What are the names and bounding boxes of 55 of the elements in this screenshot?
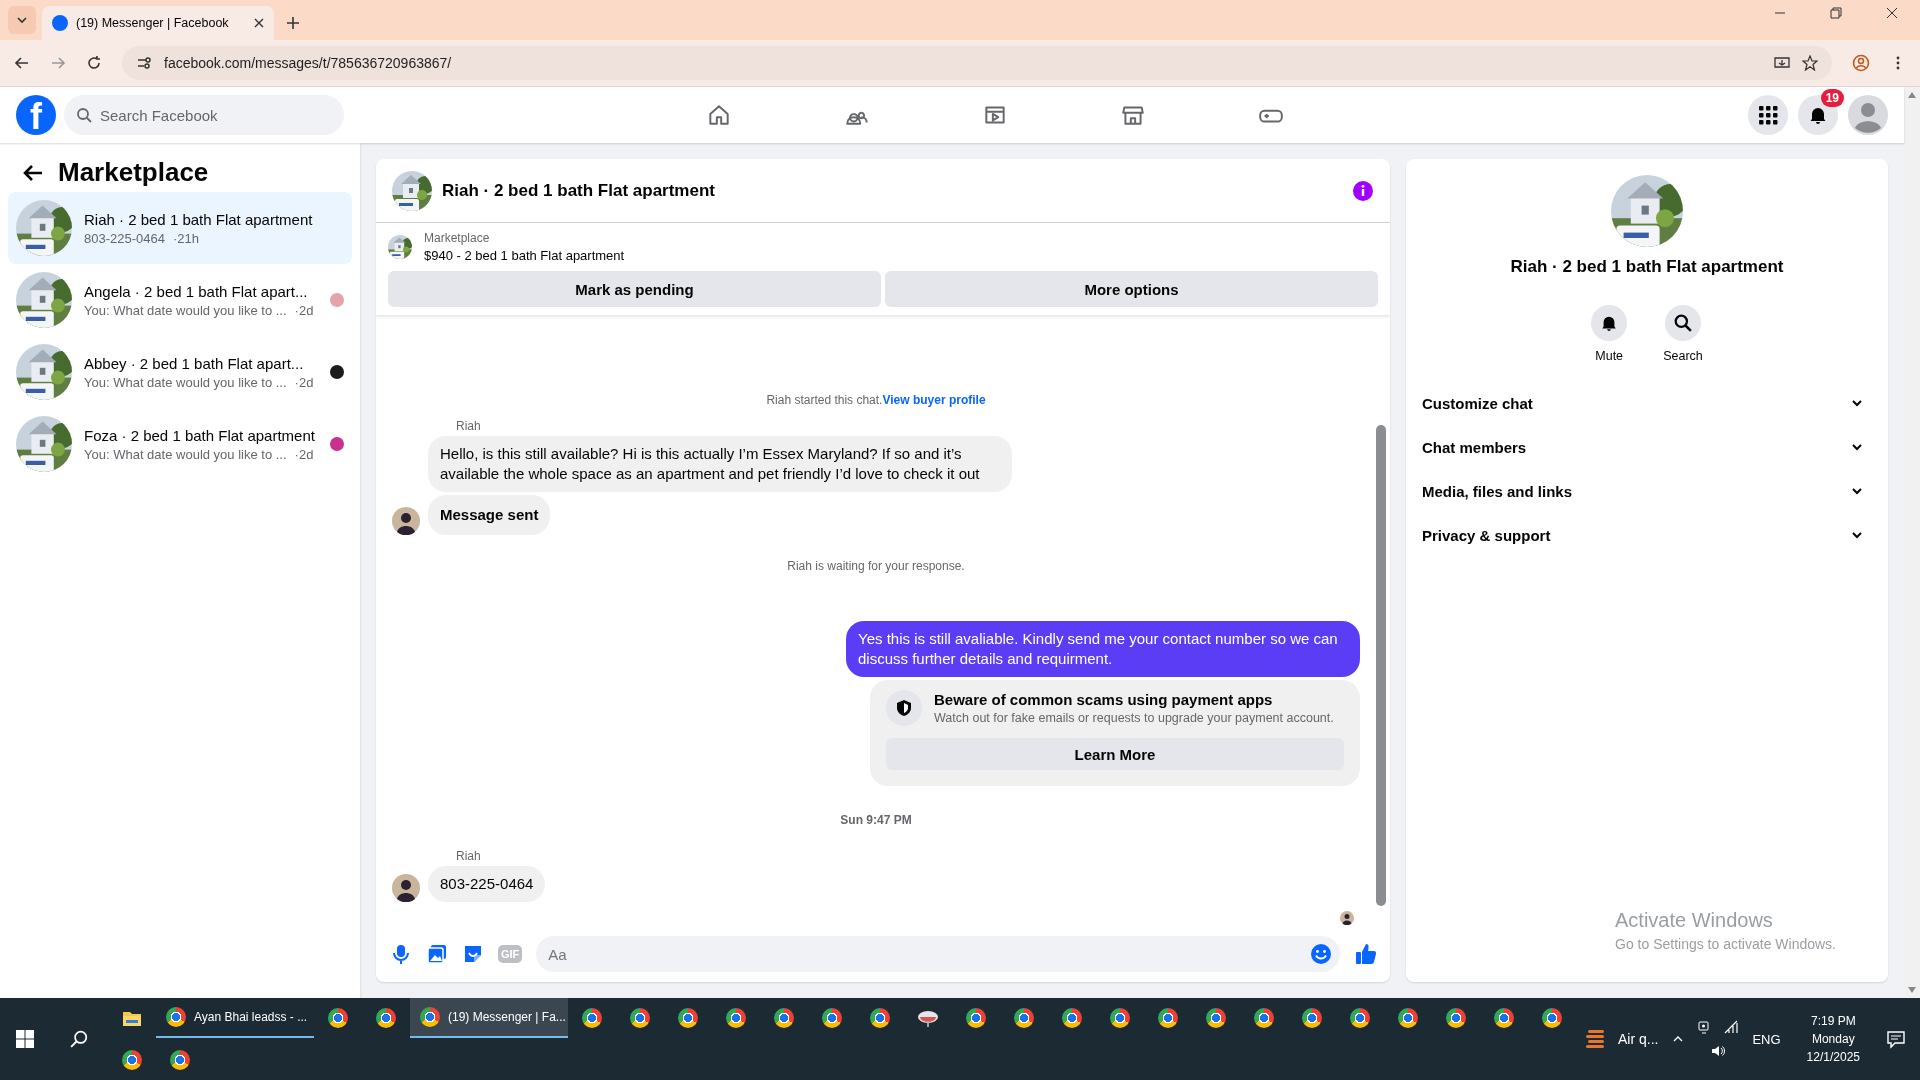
message-bubble: 803-225-0464 xyxy=(428,866,546,902)
conversation-item[interactable]: Riah · 2 bed 1 bath Flat apartment 803-225-0464 ·21h xyxy=(8,192,352,264)
chat-notice: Riah is waiting for your response. xyxy=(786,559,966,573)
taskbar-app[interactable]: (19) Messenger | Fa... xyxy=(410,998,568,1038)
listing-action-button[interactable]: More options xyxy=(885,271,1378,307)
conversation-name: Abbey · 2 bed 1 bath Flat apart... xyxy=(84,354,305,372)
conversation-preview: 803-225-0464 xyxy=(84,230,165,246)
listing-title: $940 - 2 bed 1 bath Flat apartment xyxy=(424,248,625,263)
conversation-time: ·21h xyxy=(172,230,199,246)
clock[interactable]: 7:19 PM Monday 12/1/2025 xyxy=(1806,1014,1860,1064)
action-label: Mute xyxy=(1595,349,1624,363)
conversation-name: Foza · 2 bed 1 bath Flat apartment xyxy=(84,426,316,444)
action-label: Search xyxy=(1663,349,1703,363)
conversation-name: Riah · 2 bed 1 bath Flat apartment xyxy=(84,210,314,228)
sidebar-title: Marketplace xyxy=(58,157,209,188)
browser-tab[interactable]: (19) Messenger | Facebook xyxy=(42,6,274,40)
taskbar-app[interactable]: Ayan Bhai leadss - ... xyxy=(156,998,314,1038)
message-bubble: Hello, is this still available? Hi is this actually I’m Essex Maryland? If so and it’s available the whole space as an apartment and pet friendly I’d love to check it out xyxy=(428,436,1012,492)
warning-text: Watch out for fake emails or requests to upgrade your payment account. xyxy=(934,711,1334,725)
conversation-item[interactable]: Abbey · 2 bed 1 bath Flat apart... You: What date would you like to ... ·2d xyxy=(8,336,352,408)
chat-title: Riah · 2 bed 1 bath Flat apartment xyxy=(442,180,715,201)
timestamp: Sun 9:47 PM xyxy=(840,813,912,827)
conversation-item[interactable]: Foza · 2 bed 1 bath Flat apartment You: What date would you like to ... ·2d xyxy=(8,408,352,480)
activation-title: Activate Windows xyxy=(1615,909,1774,932)
logo[interactable]: f xyxy=(16,95,56,135)
notification-count: 19 xyxy=(1820,89,1844,107)
details-section[interactable]: Chat members xyxy=(1422,425,1872,469)
buyer-profile-link[interactable]: View buyer profile xyxy=(882,393,986,407)
chat-notice: Riah started this chat.View buyer profile xyxy=(765,393,987,407)
search-field[interactable]: Search Facebook xyxy=(64,95,344,135)
listing-action-button[interactable]: Mark as pending xyxy=(388,271,881,307)
message-bubble: Message sent xyxy=(428,495,551,535)
conversation-name: Angela · 2 bed 1 bath Flat apart... xyxy=(84,282,309,300)
activation-text: Go to Settings to activate Windows. xyxy=(1615,936,1836,952)
conversation-time: ·2d xyxy=(294,302,314,318)
learn-more-button[interactable]: Learn More xyxy=(886,738,1344,770)
message-field[interactable]: Aa xyxy=(536,936,1340,972)
warning-title: Beware of common scams using payment apps xyxy=(934,691,1274,708)
conversation-time: ·2d xyxy=(294,374,314,390)
details-section[interactable]: Media, files and links xyxy=(1422,469,1872,513)
conversation-preview: You: What date would you like to ... xyxy=(84,374,287,390)
sender-name: Riah xyxy=(456,849,481,863)
details-section[interactable]: Customize chat xyxy=(1422,381,1872,425)
conversation-preview: You: What date would you like to ... xyxy=(84,302,287,318)
listing-label: Marketplace xyxy=(424,231,491,245)
language-indicator[interactable]: ENG xyxy=(1752,1031,1781,1047)
address-bar[interactable]: facebook.com/messages/t/785636720963867/ xyxy=(122,46,1832,80)
conversation-item[interactable]: Angela · 2 bed 1 bath Flat apart... You: What date would you like to ... ·2d xyxy=(8,264,352,336)
message-bubble: Yes this is still avaliable. Kindly send me your contact number so we can discuss further details and requirment. xyxy=(846,621,1360,677)
sender-name: Riah xyxy=(456,419,481,433)
conversation-time: ·2d xyxy=(294,446,314,462)
conversation-preview: You: What date would you like to ... xyxy=(84,446,287,462)
weather-widget[interactable]: Air q... xyxy=(1585,1028,1659,1050)
details-section[interactable]: Privacy & support xyxy=(1422,513,1872,557)
conversation-title: Riah · 2 bed 1 bath Flat apartment xyxy=(1510,257,1784,277)
